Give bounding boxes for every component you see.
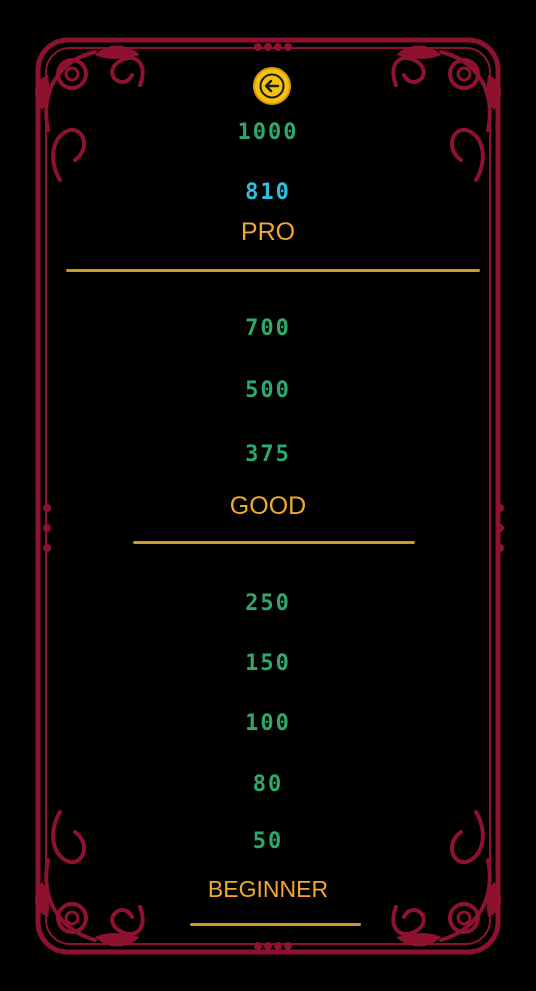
rank-label-pro: PRO (240, 218, 296, 246)
tier-divider (190, 923, 361, 926)
score-threshold: 150 (245, 651, 291, 676)
score-threshold: 1000 (237, 120, 299, 145)
score-threshold: 50 (252, 829, 284, 854)
score-threshold: 500 (245, 378, 291, 403)
score-threshold: 375 (245, 442, 291, 467)
tier-divider (66, 269, 480, 272)
rank-label-good: GOOD (229, 492, 307, 520)
back-button[interactable] (253, 67, 291, 105)
arrow-left-icon (259, 73, 285, 99)
rank-label-beginner: BEGINNER (207, 876, 329, 902)
score-threshold: 80 (252, 772, 284, 797)
score-threshold: 250 (245, 591, 291, 616)
score-threshold: 100 (245, 711, 291, 736)
score-threshold: 700 (245, 316, 291, 341)
current-score: 810 (245, 180, 291, 205)
tier-divider (133, 541, 415, 544)
